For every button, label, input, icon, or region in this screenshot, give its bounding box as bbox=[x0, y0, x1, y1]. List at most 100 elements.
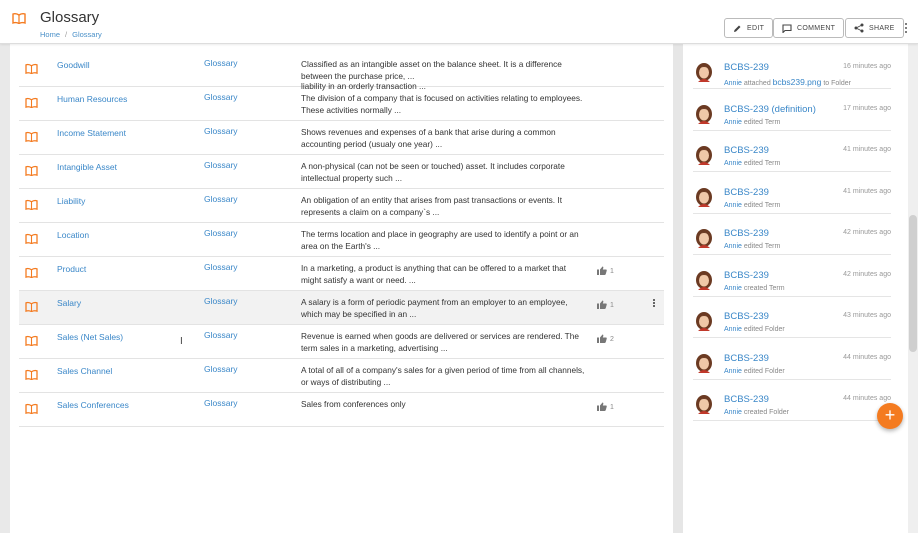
add-fab-button[interactable]: + bbox=[877, 403, 903, 429]
activity-action: created Term bbox=[743, 284, 785, 292]
share-button[interactable]: SHARE bbox=[845, 18, 904, 38]
activity-title-link[interactable]: BCBS-239 (definition) bbox=[724, 104, 816, 115]
glossary-term-icon bbox=[25, 95, 38, 113]
term-name-link[interactable]: Location bbox=[57, 230, 89, 240]
like-count-value: 1 bbox=[610, 404, 614, 411]
main-scrollbar[interactable] bbox=[673, 44, 683, 533]
like-count-value: 2 bbox=[610, 336, 614, 343]
avatar[interactable] bbox=[695, 353, 713, 374]
term-description: In a marketing, a product is anything th… bbox=[301, 263, 567, 285]
term-type-link[interactable]: Glossary bbox=[204, 92, 238, 102]
activity-user[interactable]: Annie bbox=[724, 368, 742, 375]
activity-file-link[interactable]: bcbs239.png bbox=[773, 77, 822, 87]
activity-user[interactable]: Annie bbox=[724, 160, 742, 167]
row-menu-icon[interactable] bbox=[652, 299, 656, 308]
glossary-term-icon bbox=[25, 61, 38, 79]
glossary-term-icon bbox=[25, 231, 38, 249]
term-name-link[interactable]: Income Statement bbox=[57, 128, 126, 138]
term-name-link[interactable]: Sales Conferences bbox=[57, 400, 129, 410]
activity-user[interactable]: Annie bbox=[724, 243, 742, 250]
breadcrumb-home[interactable]: Home bbox=[40, 30, 60, 39]
activity-title-link[interactable]: BCBS-239 bbox=[724, 311, 769, 322]
activity-user[interactable]: Annie bbox=[724, 409, 742, 416]
activity-description: Annie edited Term bbox=[724, 202, 780, 209]
term-name-link[interactable]: Sales (Net Sales) bbox=[57, 332, 123, 342]
term-type-link[interactable]: Glossary bbox=[204, 262, 238, 272]
table-row[interactable]: Human Resources Glossary The division of a… bbox=[19, 87, 664, 121]
term-name-link[interactable]: Intangible Asset bbox=[57, 162, 117, 172]
activity-action: created Folder bbox=[743, 409, 789, 416]
glossary-term-icon bbox=[25, 265, 38, 283]
table-row[interactable]: Income Statement Glossary Shows revenues a… bbox=[19, 121, 664, 155]
activity-scrollbar-thumb[interactable] bbox=[909, 215, 917, 352]
avatar[interactable] bbox=[695, 104, 713, 125]
activity-user[interactable]: Annie bbox=[724, 202, 742, 209]
glossary-term-icon bbox=[25, 299, 38, 317]
like-count[interactable]: 1 bbox=[597, 300, 614, 311]
like-count[interactable]: 2 bbox=[597, 334, 614, 345]
table-row[interactable]: Product Glossary In a marketing, a product… bbox=[19, 257, 664, 291]
term-description: An obligation of an entity that arises f… bbox=[301, 195, 563, 217]
term-name-link[interactable]: Product bbox=[57, 264, 86, 274]
activity-title-link[interactable]: BCBS-239 bbox=[724, 62, 769, 73]
term-type-link[interactable]: Glossary bbox=[204, 58, 238, 68]
avatar[interactable] bbox=[695, 312, 713, 332]
table-row[interactable]: Location Glossary The terms location and p… bbox=[19, 223, 664, 257]
activity-suffix: to Folder bbox=[823, 80, 851, 87]
term-type-link[interactable]: Glossary bbox=[204, 296, 238, 306]
breadcrumb-glossary[interactable]: Glossary bbox=[72, 30, 102, 39]
activity-action: attached bbox=[743, 80, 771, 87]
term-description: The terms location and place in geograph… bbox=[301, 229, 579, 251]
table-row[interactable]: Sales Conferences Glossary Sales from conf… bbox=[19, 393, 664, 427]
more-options-icon[interactable] bbox=[903, 22, 909, 34]
comment-button-label: COMMENT bbox=[797, 24, 836, 32]
avatar[interactable] bbox=[695, 270, 713, 291]
term-name-link[interactable]: Liability bbox=[57, 196, 85, 206]
term-type-link[interactable]: Glossary bbox=[204, 160, 238, 170]
activity-user[interactable]: Annie bbox=[724, 119, 742, 126]
term-name-link[interactable]: Sales Channel bbox=[57, 366, 112, 376]
activity-user[interactable]: Annie bbox=[724, 285, 742, 292]
term-name-link[interactable]: Human Resources bbox=[57, 94, 127, 104]
table-row[interactable]: Sales Channel Glossary A total of all of a… bbox=[19, 359, 664, 393]
activity-title-link[interactable]: BCBS-239 bbox=[724, 145, 769, 156]
table-row[interactable]: Salary Glossary A salary is a form of peri… bbox=[19, 291, 664, 325]
edit-button[interactable]: EDIT bbox=[724, 18, 774, 38]
term-type-link[interactable]: Glossary bbox=[204, 194, 238, 204]
like-count[interactable]: 1 bbox=[597, 402, 614, 413]
term-type-link[interactable]: Glossary bbox=[204, 126, 238, 136]
activity-title-link[interactable]: BCBS-239 bbox=[724, 187, 769, 198]
activity-user[interactable]: Annie bbox=[724, 326, 742, 333]
activity-user[interactable]: Annie bbox=[724, 80, 742, 87]
avatar[interactable] bbox=[695, 187, 713, 208]
activity-timestamp: 17 minutes ago bbox=[843, 104, 891, 112]
glossary-term-icon bbox=[25, 129, 38, 147]
table-row[interactable]: Liability Glossary An obligation of an ent… bbox=[19, 189, 664, 223]
avatar[interactable] bbox=[695, 63, 713, 83]
table-row[interactable]: Sales (Net Sales) Glossary Revenue is earn… bbox=[19, 325, 664, 359]
term-type-link[interactable]: Glossary bbox=[204, 398, 238, 408]
activity-action: edited Term bbox=[743, 160, 781, 167]
activity-title-link[interactable]: BCBS-239 bbox=[724, 228, 769, 239]
activity-title-link[interactable]: BCBS-239 bbox=[724, 353, 769, 364]
activity-title-link[interactable]: BCBS-239 bbox=[724, 270, 769, 281]
comment-button[interactable]: COMMENT bbox=[773, 18, 845, 38]
activity-item: BCBS-239 Annie edited Folder 44 minutes ag… bbox=[693, 338, 891, 380]
avatar[interactable] bbox=[695, 146, 713, 166]
activity-description: Annie created Term bbox=[724, 285, 785, 292]
share-icon bbox=[854, 23, 864, 33]
activity-description: Annie created Folder bbox=[724, 409, 789, 416]
like-count[interactable]: 1 bbox=[597, 266, 614, 277]
activity-title-link[interactable]: BCBS-239 bbox=[724, 394, 769, 405]
term-type-link[interactable]: Glossary bbox=[204, 330, 238, 340]
term-name-link[interactable]: Goodwill bbox=[57, 60, 90, 70]
term-type-link[interactable]: Glossary bbox=[204, 228, 238, 238]
activity-item: BCBS-239 Annie edited Term 41 minutes ago bbox=[693, 130, 891, 172]
term-type-link[interactable]: Glossary bbox=[204, 364, 238, 374]
term-description: Classified as an intangible asset on the… bbox=[301, 59, 562, 81]
table-row[interactable]: Intangible Asset Glossary A non-physical (… bbox=[19, 155, 664, 189]
avatar[interactable] bbox=[695, 395, 713, 415]
activity-item: BCBS-239 Annie edited Folder 43 minutes ag… bbox=[693, 296, 891, 338]
term-name-link[interactable]: Salary bbox=[57, 298, 81, 308]
avatar[interactable] bbox=[695, 229, 713, 249]
